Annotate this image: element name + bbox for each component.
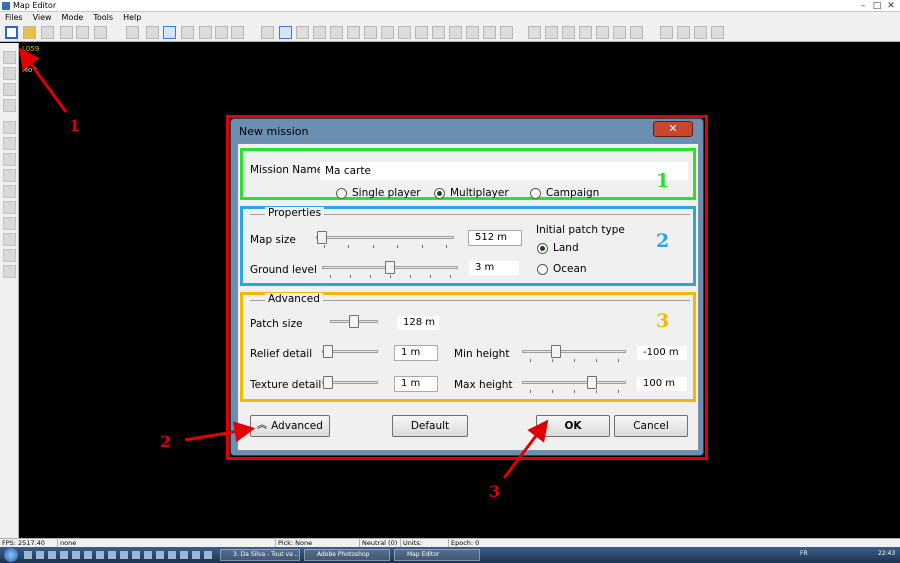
quicklaunch-icon[interactable]	[180, 551, 188, 559]
quicklaunch-icon[interactable]	[192, 551, 200, 559]
annotation-arrows	[18, 47, 549, 479]
status-bar: FPS: 2517.40 none Pick: None Neutral (0)…	[0, 538, 900, 548]
quicklaunch-icon[interactable]	[168, 551, 176, 559]
quicklaunch-icon[interactable]	[204, 551, 212, 559]
quicklaunch-icon[interactable]	[60, 551, 68, 559]
task-music[interactable]: 3. Da Silva - Tout va ...	[220, 549, 300, 561]
quicklaunch-icon[interactable]	[84, 551, 92, 559]
quicklaunch-icon[interactable]	[72, 551, 80, 559]
taskbar: 3. Da Silva - Tout va ... Adobe Photosho…	[0, 547, 900, 563]
arrow-3	[502, 419, 549, 479]
task-map-editor[interactable]: Map Editor	[394, 549, 480, 561]
arrow-1	[18, 47, 68, 113]
quicklaunch-icon[interactable]	[36, 551, 44, 559]
quicklaunch-icon[interactable]	[108, 551, 116, 559]
quicklaunch-icon[interactable]	[96, 551, 104, 559]
quicklaunch-icon[interactable]	[144, 551, 152, 559]
quicklaunch-icon[interactable]	[156, 551, 164, 559]
start-button-icon[interactable]	[4, 548, 18, 562]
quicklaunch-icon[interactable]	[132, 551, 140, 559]
quicklaunch-icon[interactable]	[120, 551, 128, 559]
quicklaunch-icon[interactable]	[24, 551, 32, 559]
task-photoshop[interactable]: Adobe Photoshop	[304, 549, 390, 561]
annotation-number-3: 3	[489, 482, 501, 501]
clock[interactable]: 22:43	[878, 550, 895, 557]
language-indicator[interactable]: FR	[800, 550, 808, 557]
quicklaunch-icon[interactable]	[48, 551, 56, 559]
annotation-number-2: 2	[160, 432, 172, 451]
arrow-2	[184, 421, 256, 443]
annotation-number-1: 1	[69, 116, 81, 135]
